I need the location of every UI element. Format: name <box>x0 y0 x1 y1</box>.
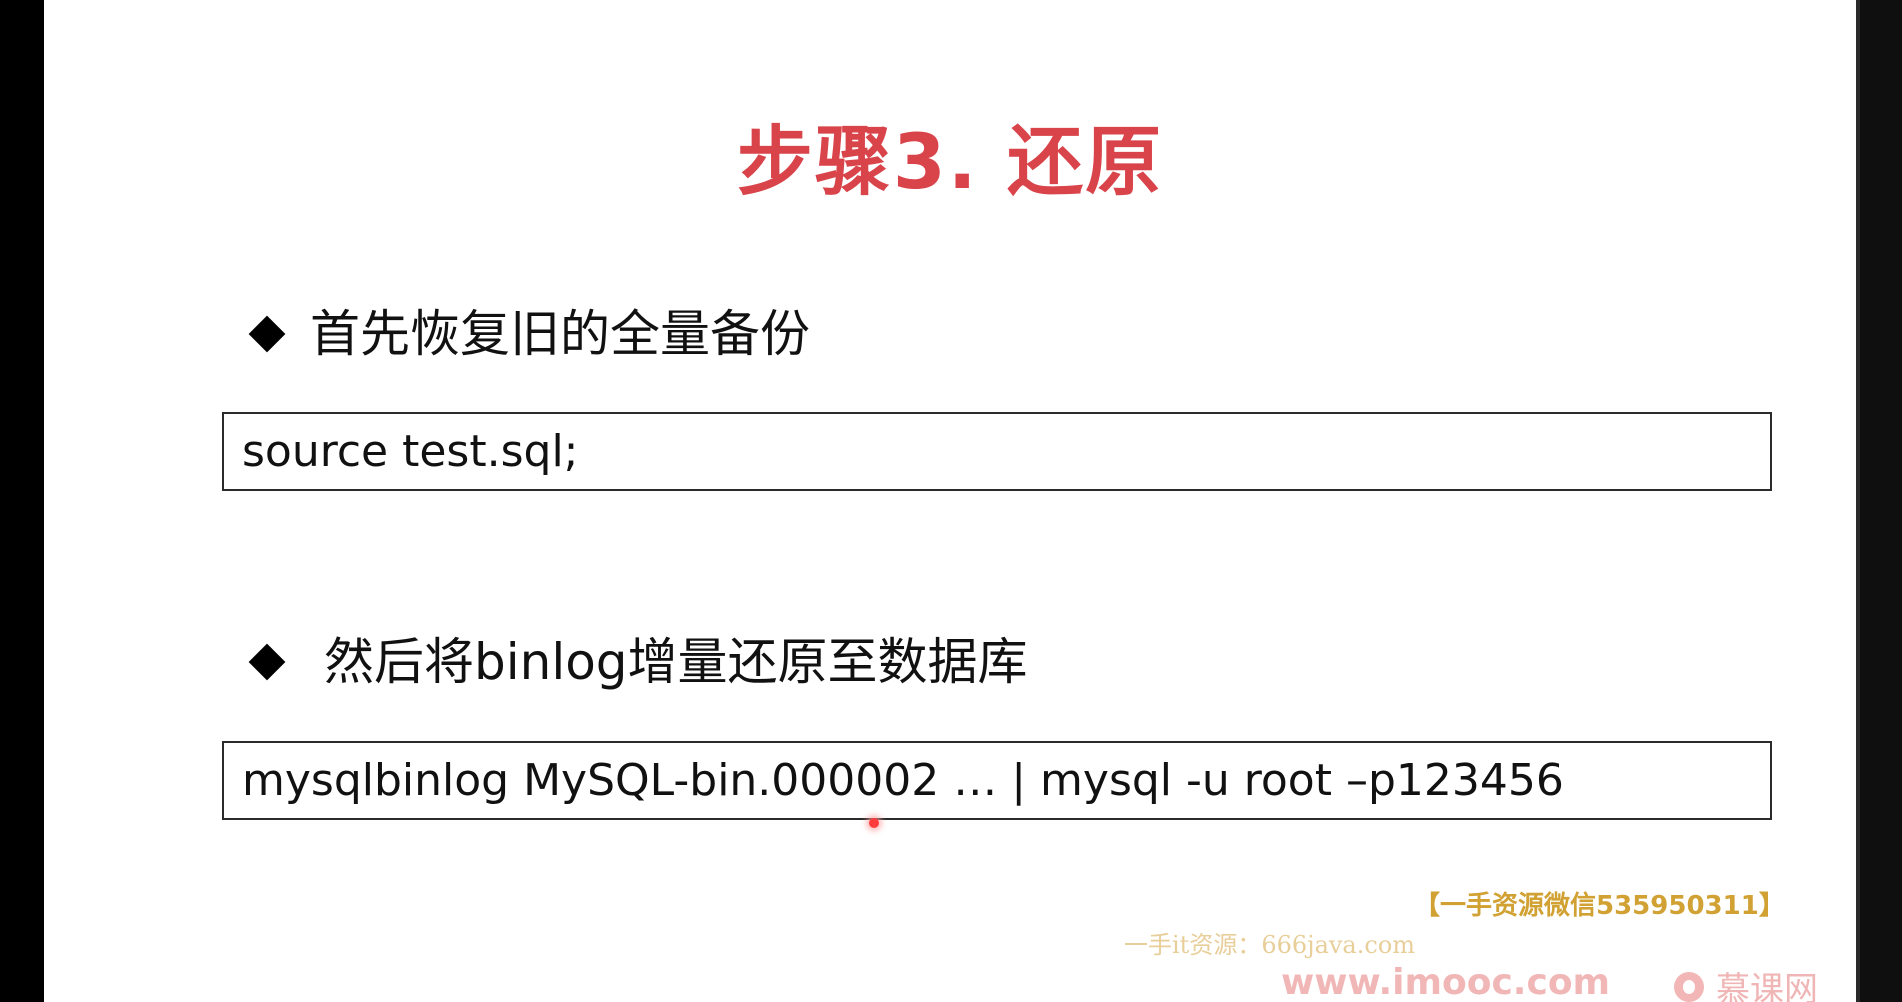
brand-logo: 慕课网 <box>1674 962 1818 1002</box>
mouse-pointer-icon <box>869 818 879 828</box>
watermark-wechat: 【一手资源微信535950311】 <box>1414 891 1785 921</box>
code-box-source-command: source test.sql; <box>222 412 1772 491</box>
bullet-diamond-icon <box>248 643 286 681</box>
bullet-diamond-icon <box>248 315 286 353</box>
right-dark-frame <box>1856 0 1902 1002</box>
bullet-text: 首先恢复旧的全量备份 <box>310 305 810 363</box>
bullet-restore-full-backup: 首先恢复旧的全量备份 <box>248 294 810 374</box>
watermark-site: 一手it资源：666java.com <box>1124 931 1416 959</box>
brand-name: 慕课网 <box>1716 970 1818 1002</box>
code-text: source test.sql; <box>242 426 579 477</box>
presentation-slide: 步骤3. 还原 首先恢复旧的全量备份 source test.sql; 然后将b… <box>44 0 1856 1002</box>
code-box-binlog-command: mysqlbinlog MySQL-bin.000002 … | mysql -… <box>222 741 1772 820</box>
flame-logo-icon <box>1674 971 1704 1002</box>
code-text: mysqlbinlog MySQL-bin.000002 … | mysql -… <box>242 755 1564 806</box>
watermark-url: www.imooc.com <box>1281 962 1611 1002</box>
bullet-restore-binlog: 然后将binlog增量还原至数据库 <box>248 622 1028 702</box>
bullet-text: 然后将binlog增量还原至数据库 <box>324 633 1028 691</box>
slide-title: 步骤3. 还原 <box>736 117 1164 206</box>
screen: 步骤3. 还原 首先恢复旧的全量备份 source test.sql; 然后将b… <box>0 0 1902 1002</box>
